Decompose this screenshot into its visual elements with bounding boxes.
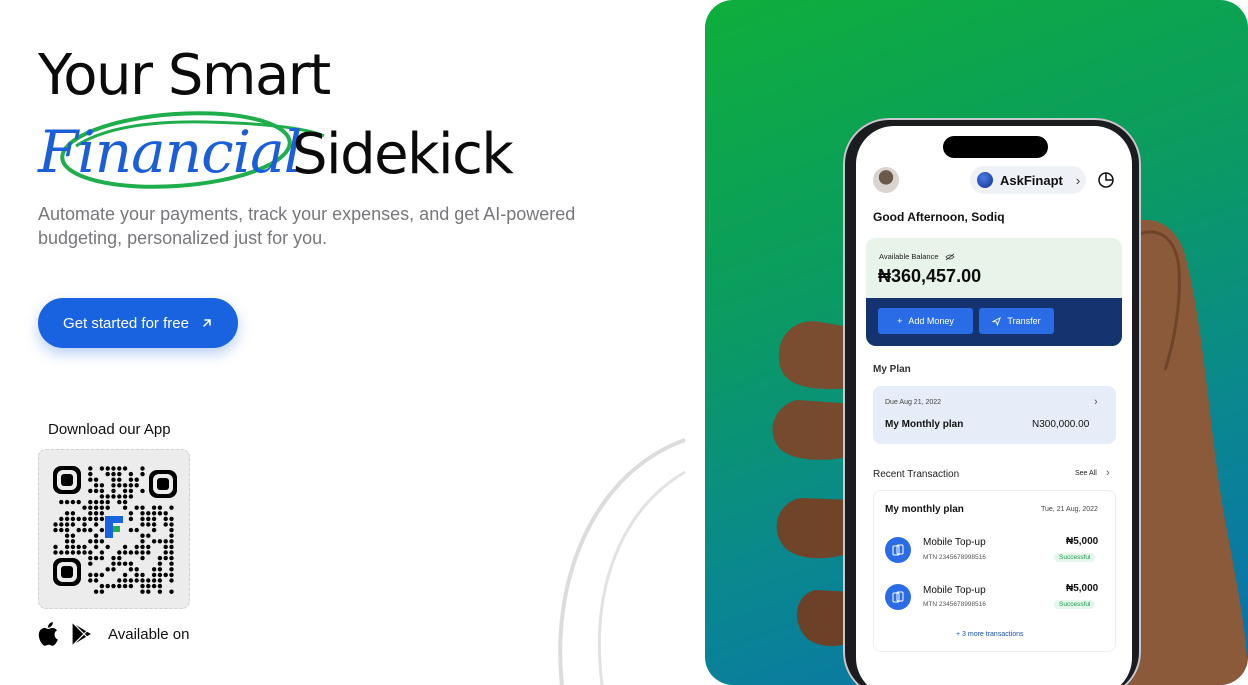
- get-started-label: Get started for free: [63, 314, 189, 332]
- avatar[interactable]: [873, 167, 899, 193]
- transaction-amount: ₦5,000: [1066, 583, 1099, 594]
- transaction-subtitle: MTN 2345678998516: [923, 554, 986, 561]
- hero-title-word: Sidekick: [292, 122, 514, 187]
- transaction-amount: ₦5,000: [1066, 536, 1099, 547]
- send-icon: [992, 316, 1002, 326]
- balance-label-text: Available Balance: [879, 252, 939, 261]
- transaction-title: Mobile Top-up: [923, 585, 986, 596]
- apple-icon[interactable]: [38, 620, 62, 648]
- plus-icon: +: [897, 316, 903, 326]
- decorative-arcs: [558, 438, 686, 685]
- more-transactions-link[interactable]: + 3 more transactions: [956, 631, 1024, 638]
- hero-subtitle: Automate your payments, track your expen…: [38, 204, 576, 248]
- ask-finapt-button[interactable]: AskFinapt ›: [970, 166, 1086, 194]
- greeting-text: Good Afternoon, Sodiq: [873, 210, 1005, 224]
- qr-code[interactable]: [38, 449, 190, 609]
- plan-name: My Monthly plan: [885, 419, 964, 430]
- eye-off-icon[interactable]: [944, 253, 955, 261]
- assistant-orb-icon: [977, 172, 993, 188]
- add-money-label: Add Money: [908, 316, 954, 326]
- status-badge: Successful: [1054, 600, 1096, 609]
- get-started-button[interactable]: Get started for free: [38, 298, 238, 348]
- transfer-button[interactable]: Transfer: [979, 308, 1054, 334]
- qr-code-image: [53, 466, 177, 594]
- chevron-right-icon[interactable]: ›: [1106, 467, 1110, 479]
- download-label: Download our App: [48, 421, 171, 438]
- pie-chart-icon[interactable]: [1097, 171, 1115, 189]
- chevron-right-icon: ›: [1094, 396, 1098, 408]
- balance-label: Available Balance: [879, 252, 955, 261]
- transactions-card-date: Tue, 21 Aug, 2022: [1041, 506, 1098, 513]
- recent-transactions-heading: Recent Transaction: [873, 469, 960, 480]
- phone-icon: [885, 537, 911, 563]
- hero-title-line2: Financial Sidekick: [38, 111, 558, 189]
- plan-card[interactable]: [873, 386, 1116, 444]
- plan-amount: N300,000.00: [1032, 419, 1090, 430]
- add-money-button[interactable]: + Add Money: [878, 308, 973, 334]
- available-on-label: Available on: [108, 625, 190, 643]
- app-store-row: Available on: [38, 620, 189, 648]
- plan-due-date: Due Aug 21, 2022: [885, 399, 942, 406]
- my-plan-heading: My Plan: [873, 364, 911, 375]
- balance-amount: ₦360,457.00: [878, 266, 982, 286]
- google-play-icon[interactable]: [70, 621, 94, 647]
- transactions-card-title: My monthly plan: [885, 504, 964, 515]
- transfer-label: Transfer: [1007, 316, 1041, 326]
- transaction-title: Mobile Top-up: [923, 537, 986, 548]
- arrow-up-right-icon: [203, 319, 211, 327]
- status-badge: Successful: [1054, 553, 1096, 562]
- transaction-subtitle: MTN 2345678998516: [923, 601, 986, 608]
- hero-script-word: Financial: [38, 118, 302, 186]
- see-all-link[interactable]: See All: [1075, 470, 1097, 477]
- hero-title-line1: Your Smart: [38, 43, 331, 108]
- phone-icon: [885, 584, 911, 610]
- chevron-right-icon: ›: [1075, 172, 1081, 188]
- ask-finapt-label: AskFinapt: [1000, 172, 1063, 188]
- phone-notch: [943, 136, 1048, 158]
